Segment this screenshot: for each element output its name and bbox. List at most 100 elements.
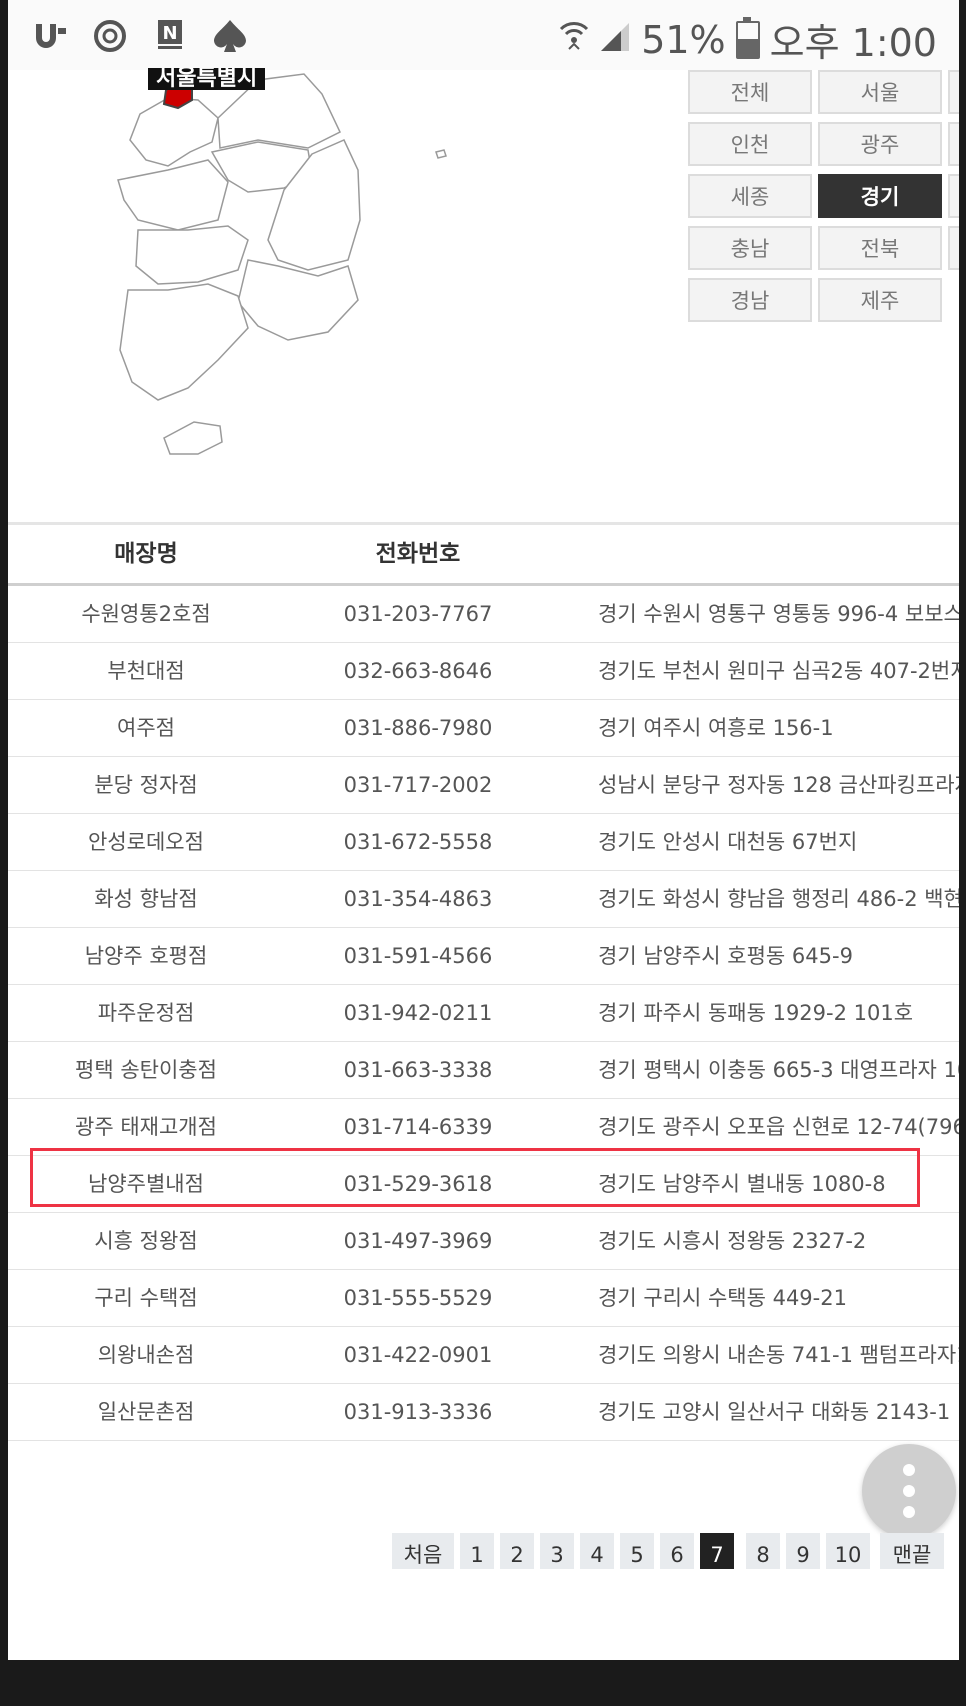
- region-button-cropped[interactable]: [948, 122, 959, 166]
- page-button[interactable]: 9: [786, 1533, 820, 1569]
- store-phone-cell: 031-913-3336: [343, 1400, 493, 1424]
- region-button[interactable]: 인천: [688, 122, 812, 166]
- store-name-cell: 평택 송탄이충점: [75, 1058, 217, 1082]
- store-address-cell: 경기도 의왕시 내손동 741-1 팸텀프라자1: [598, 1343, 959, 1367]
- region-chungnam-map: [117, 159, 229, 231]
- store-name-cell: 수원영통2호점: [81, 602, 211, 626]
- store-phone-cell: 031-354-4863: [343, 887, 493, 911]
- region-button-cropped[interactable]: [948, 70, 959, 114]
- table-row[interactable]: 평택 송탄이충점 031-663-3338 경기 평택시 이충동 665-3 대영프…: [8, 1042, 959, 1099]
- table-row[interactable]: 수원영통2호점 031-203-7767 경기 수원시 영통구 영통동 996-4 …: [8, 586, 959, 643]
- store-address-cell: 경기 남양주시 호평동 645-9: [598, 944, 853, 968]
- more-menu-button[interactable]: [862, 1444, 956, 1538]
- store-address-cell: 경기 여주시 여흥로 156-1: [598, 716, 834, 740]
- store-name-cell: 부천대점: [107, 659, 185, 683]
- table-row[interactable]: 여주점 031-886-7980 경기 여주시 여흥로 156-1: [8, 700, 959, 757]
- table-row[interactable]: 분당 정자점 031-717-2002 성남시 분당구 정자동 128 금산파킹프라…: [8, 757, 959, 814]
- region-button[interactable]: 충남: [688, 226, 812, 270]
- store-phone-cell: 032-663-8646: [343, 659, 493, 683]
- page-button[interactable]: 4: [580, 1533, 614, 1569]
- spade-icon: [210, 18, 250, 54]
- region-button[interactable]: 광주: [818, 122, 942, 166]
- store-name-cell: 안성로데오점: [88, 830, 204, 854]
- page-button[interactable]: 6: [660, 1533, 694, 1569]
- page-button[interactable]: 3: [540, 1533, 574, 1569]
- table-row[interactable]: 일산문촌점 031-913-3336 경기도 고양시 일산서구 대화동 2143-1: [8, 1384, 959, 1441]
- store-phone-cell: 031-714-6339: [343, 1115, 493, 1139]
- battery-percent: 51%: [641, 17, 726, 62]
- page-button[interactable]: 8: [746, 1533, 780, 1569]
- region-button[interactable]: 세종: [688, 174, 812, 218]
- store-phone-cell: 031-663-3338: [343, 1058, 493, 1082]
- region-button[interactable]: 서울: [818, 70, 942, 114]
- page-last-button[interactable]: 맨끝: [880, 1533, 944, 1569]
- store-phone-cell: 031-942-0211: [343, 1001, 493, 1025]
- store-phone-cell: 031-591-4566: [343, 944, 493, 968]
- store-phone-cell: 031-529-3618: [343, 1172, 493, 1196]
- region-button-cropped[interactable]: [948, 226, 959, 270]
- table-body: 수원영통2호점 031-203-7767 경기 수원시 영통구 영통동 996-4 …: [8, 586, 959, 1441]
- page-first-button[interactable]: 처음: [392, 1533, 454, 1569]
- store-phone-cell: 031-555-5529: [343, 1286, 493, 1310]
- store-name-cell: 광주 태재고개점: [75, 1115, 217, 1139]
- store-address-cell: 경기도 부천시 원미구 심곡2동 407-2번지: [598, 659, 959, 683]
- more-vertical-dot: [903, 1506, 915, 1518]
- store-address-cell: 경기도 남양주시 별내동 1080-8: [598, 1172, 886, 1196]
- region-button[interactable]: 전북: [818, 226, 942, 270]
- store-name-cell: 여주점: [117, 716, 175, 740]
- svg-text:N: N: [162, 23, 177, 44]
- store-phone-cell: 031-717-2002: [343, 773, 493, 797]
- more-vertical-icon: [903, 1464, 915, 1476]
- map-selected-label: 서울특별시: [148, 68, 266, 90]
- u-plus-icon: [30, 18, 70, 54]
- table-row[interactable]: 의왕내손점 031-422-0901 경기도 의왕시 내손동 741-1 팸텀프라자…: [8, 1327, 959, 1384]
- store-name-cell: 구리 수택점: [94, 1286, 198, 1310]
- region-button-cropped[interactable]: [948, 174, 959, 218]
- table-row[interactable]: 시흥 정왕점 031-497-3969 경기도 시흥시 정왕동 2327-2: [8, 1213, 959, 1270]
- table-row[interactable]: 부천대점 032-663-8646 경기도 부천시 원미구 심곡2동 407-2번지: [8, 643, 959, 700]
- store-name-cell: 의왕내손점: [97, 1343, 195, 1367]
- region-jeonnam-map: [119, 283, 249, 401]
- region-button[interactable]: 경기: [818, 174, 942, 218]
- page-button[interactable]: 1: [460, 1533, 494, 1569]
- store-address-cell: 경기 평택시 이충동 665-3 대영프라자 10: [598, 1058, 959, 1082]
- store-phone-cell: 031-203-7767: [343, 602, 493, 626]
- store-address-cell: 경기도 안성시 대천동 67번지: [598, 830, 858, 854]
- table-row[interactable]: 파주운정점 031-942-0211 경기 파주시 동패동 1929-2 101호: [8, 985, 959, 1042]
- region-button[interactable]: 전체: [688, 70, 812, 114]
- store-address-cell: 성남시 분당구 정자동 128 금산파킹프라자: [598, 773, 959, 797]
- table-row[interactable]: 남양주별내점 031-529-3618 경기도 남양주시 별내동 1080-8: [8, 1156, 959, 1213]
- store-phone-cell: 031-422-0901: [343, 1343, 493, 1367]
- naver-icon: N: [150, 18, 190, 54]
- korea-map[interactable]: [108, 70, 468, 500]
- region-gyeonggi-map: [129, 97, 219, 167]
- region-button[interactable]: 경남: [688, 278, 812, 322]
- store-address-cell: 경기 수원시 영통구 영통동 996-4 보보스프: [598, 602, 959, 626]
- signal-icon: [599, 18, 631, 62]
- page-button[interactable]: 7: [700, 1533, 734, 1569]
- store-phone-cell: 031-497-3969: [343, 1229, 493, 1253]
- region-jeju-map: [163, 421, 223, 455]
- region-button[interactable]: 제주: [818, 278, 942, 322]
- region-ulleung-map: [435, 149, 447, 159]
- store-name-cell: 남양주별내점: [88, 1172, 204, 1196]
- battery-icon: [735, 16, 760, 59]
- page-button[interactable]: 2: [500, 1533, 534, 1569]
- page-button[interactable]: 5: [620, 1533, 654, 1569]
- store-address-cell: 경기도 화성시 향남읍 행정리 486-2 백현: [598, 887, 959, 911]
- store-phone-cell: 031-886-7980: [343, 716, 493, 740]
- table-row[interactable]: 남양주 호평점 031-591-4566 경기 남양주시 호평동 645-9: [8, 928, 959, 985]
- table-row[interactable]: 광주 태재고개점 031-714-6339 경기도 광주시 오포읍 신현로 12-7…: [8, 1099, 959, 1156]
- region-jeonbuk-map: [135, 225, 249, 285]
- region-gyeongnam-map: [237, 259, 359, 341]
- table-row[interactable]: 구리 수택점 031-555-5529 경기 구리시 수택동 449-21: [8, 1270, 959, 1327]
- store-name-cell: 남양주 호평점: [84, 944, 208, 968]
- table-row[interactable]: 안성로데오점 031-672-5558 경기도 안성시 대천동 67번지: [8, 814, 959, 871]
- store-address-cell: 경기 구리시 수택동 449-21: [598, 1286, 847, 1310]
- clock: 오후 1:00: [769, 21, 937, 65]
- table-row[interactable]: 화성 향남점 031-354-4863 경기도 화성시 향남읍 행정리 486-2 …: [8, 871, 959, 928]
- page-button[interactable]: 10: [826, 1533, 870, 1569]
- header-phone: 전화번호: [375, 541, 461, 567]
- store-name-cell: 시흥 정왕점: [94, 1229, 198, 1253]
- store-name-cell: 분당 정자점: [94, 773, 198, 797]
